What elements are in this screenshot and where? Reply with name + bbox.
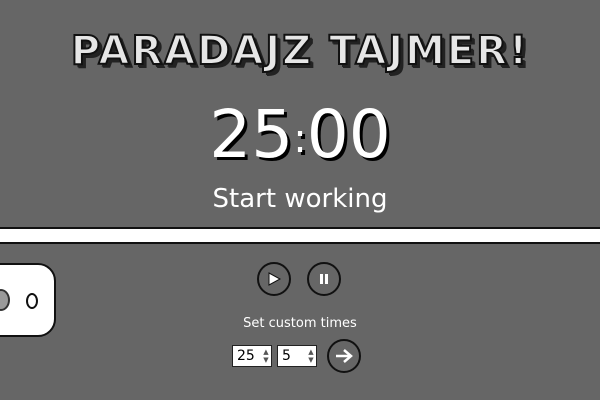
break-minutes-value: 5 bbox=[282, 348, 291, 364]
break-spinner-icon[interactable]: ▲ ▼ bbox=[308, 348, 314, 364]
timer-status: Start working bbox=[212, 184, 388, 214]
timer-separator: : bbox=[293, 115, 307, 162]
work-spinner-icon[interactable]: ▲ ▼ bbox=[263, 348, 269, 364]
work-minutes-value: 25 bbox=[237, 348, 255, 364]
custom-times-label: Set custom times bbox=[243, 316, 357, 331]
timer-minutes: 25 bbox=[209, 96, 294, 173]
progress-bar bbox=[0, 227, 600, 244]
arrow-right-icon bbox=[336, 349, 353, 363]
timer-display: 25:00 bbox=[0, 102, 600, 172]
set-times-button[interactable] bbox=[327, 339, 361, 373]
mascot-eye-left bbox=[0, 289, 10, 311]
app-title: PARADAJZ TAJMER! bbox=[70, 27, 530, 75]
mascot-eye-right bbox=[26, 293, 38, 309]
play-button[interactable] bbox=[257, 262, 291, 296]
pause-button[interactable] bbox=[307, 262, 341, 296]
timer-seconds: 00 bbox=[306, 96, 391, 173]
play-icon bbox=[268, 272, 281, 286]
work-minutes-input[interactable]: 25 ▲ ▼ bbox=[232, 345, 272, 367]
pause-icon bbox=[320, 274, 328, 284]
break-minutes-input[interactable]: 5 ▲ ▼ bbox=[277, 345, 317, 367]
